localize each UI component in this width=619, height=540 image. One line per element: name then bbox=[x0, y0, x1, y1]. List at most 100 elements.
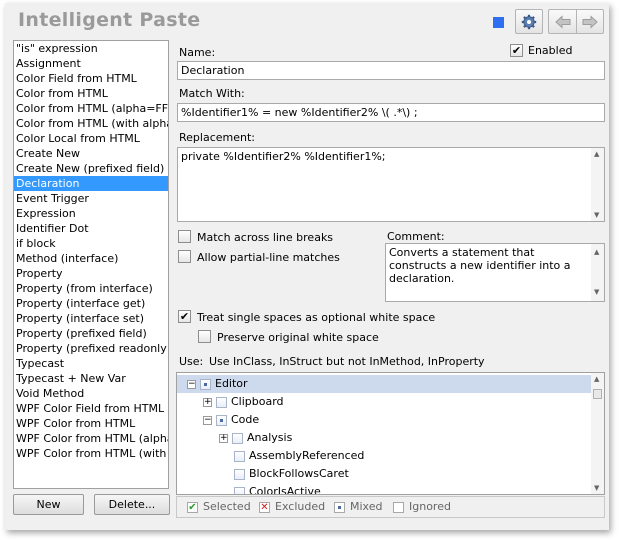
tree-node-checkbox[interactable] bbox=[232, 432, 243, 444]
selected-check-icon: ✔ bbox=[187, 501, 198, 513]
legend-excluded-label: Excluded bbox=[275, 500, 326, 513]
scroll-down-icon[interactable]: ▼ bbox=[594, 286, 599, 299]
use-value: Use InClass, InStruct but not InMethod, … bbox=[209, 355, 485, 368]
list-item[interactable]: Identifier Dot bbox=[14, 221, 168, 236]
tree-node-checkbox[interactable] bbox=[216, 414, 227, 426]
replacement-text: private %Identifier2% %Identifier1%; bbox=[181, 150, 386, 163]
tree-node-checkbox[interactable] bbox=[216, 396, 227, 408]
tree-node-checkbox[interactable] bbox=[234, 486, 245, 494]
partial-line-label: Allow partial-line matches bbox=[197, 251, 340, 264]
list-item[interactable]: Property (interface set) bbox=[14, 311, 168, 326]
comment-textarea[interactable]: Converts a statement that constructs a n… bbox=[385, 243, 605, 302]
list-item[interactable]: Color Field from HTML bbox=[14, 71, 168, 86]
legend-ignored: Ignored bbox=[393, 500, 451, 513]
list-item[interactable]: Property bbox=[14, 266, 168, 281]
arrow-left-icon bbox=[554, 14, 570, 29]
treat-spaces-checkbox[interactable]: ✔ bbox=[178, 310, 191, 323]
list-item[interactable]: "is" expression bbox=[14, 41, 168, 56]
list-item[interactable]: Property (interface get) bbox=[14, 296, 168, 311]
list-item[interactable]: Declaration bbox=[14, 176, 168, 191]
list-item[interactable]: Event Trigger bbox=[14, 191, 168, 206]
scroll-down-icon[interactable]: ▼ bbox=[594, 484, 599, 492]
back-button[interactable] bbox=[548, 9, 576, 34]
tree-node-checkbox[interactable] bbox=[200, 378, 211, 390]
list-item[interactable]: WPF Color from HTML (alpha=FF) bbox=[14, 431, 168, 446]
replacement-label: Replacement: bbox=[179, 131, 255, 144]
list-item[interactable]: Create New bbox=[14, 146, 168, 161]
replacement-textarea[interactable]: private %Identifier2% %Identifier1%; ▲ ▼ bbox=[177, 147, 605, 222]
tree-node-label: Clipboard bbox=[231, 395, 284, 408]
partial-line-checkbox[interactable] bbox=[178, 250, 191, 263]
collapse-icon[interactable]: − bbox=[203, 415, 212, 425]
tree-node-checkbox[interactable] bbox=[234, 450, 245, 462]
list-item[interactable]: Void Method bbox=[14, 386, 168, 401]
tree-node[interactable]: + Analysis bbox=[219, 429, 292, 447]
list-item[interactable]: WPF Color from HTML bbox=[14, 416, 168, 431]
tree-node-label: Code bbox=[231, 413, 260, 426]
forward-button[interactable] bbox=[576, 9, 604, 34]
list-item[interactable]: Property (from interface) bbox=[14, 281, 168, 296]
enabled-checkbox[interactable]: ✔ bbox=[510, 44, 523, 57]
match-across-checkbox[interactable] bbox=[178, 230, 191, 243]
list-item[interactable]: Property (prefixed field) bbox=[14, 326, 168, 341]
tree-node-label: BlockFollowsCaret bbox=[249, 467, 349, 480]
list-item[interactable]: Method (interface) bbox=[14, 251, 168, 266]
list-item[interactable]: Color from HTML bbox=[14, 86, 168, 101]
checkmark-icon: ✔ bbox=[179, 310, 190, 323]
legend-selected: ✔ Selected bbox=[187, 500, 251, 513]
scroll-up-icon[interactable]: ▲ bbox=[594, 150, 599, 158]
expand-icon[interactable]: + bbox=[219, 433, 228, 443]
new-button[interactable]: New bbox=[13, 494, 84, 515]
list-item[interactable]: Typecast + New Var bbox=[14, 371, 168, 386]
tree-node[interactable]: − Editor bbox=[187, 375, 248, 393]
use-label: Use: bbox=[179, 355, 204, 368]
intelligent-paste-window: Intelligent Paste "is" expression Assignm… bbox=[5, 3, 609, 530]
list-item[interactable]: WPF Color Field from HTML bbox=[14, 401, 168, 416]
preserve-ws-checkbox[interactable] bbox=[198, 330, 211, 343]
context-tree[interactable]: − Editor + Clipboard − Code + Analysis AssemblyR… bbox=[176, 372, 605, 495]
tree-node[interactable]: + Clipboard bbox=[203, 393, 284, 411]
name-input[interactable]: Declaration bbox=[177, 61, 605, 80]
tree-node-checkbox[interactable] bbox=[234, 468, 245, 480]
collapse-icon[interactable]: − bbox=[187, 379, 196, 389]
list-item[interactable]: if block bbox=[14, 236, 168, 251]
treat-spaces-label: Treat single spaces as optional white sp… bbox=[197, 311, 436, 324]
arrow-right-icon bbox=[582, 14, 598, 29]
comment-scrollbar[interactable]: ▲ ▼ bbox=[591, 244, 604, 301]
comment-text: Converts a statement that constructs a n… bbox=[389, 246, 571, 285]
tree-node[interactable]: − Code bbox=[203, 411, 259, 429]
tree-legend: ✔ Selected ✕ Excluded Mixed Ignored bbox=[176, 496, 605, 518]
list-item[interactable]: Color from HTML (with alpha) bbox=[14, 116, 168, 131]
scroll-up-icon[interactable]: ▲ bbox=[594, 375, 599, 383]
list-item[interactable]: Assignment bbox=[14, 56, 168, 71]
tree-node[interactable]: ColorIsActive bbox=[219, 483, 321, 494]
list-item[interactable]: Expression bbox=[14, 206, 168, 221]
ignored-box-icon bbox=[393, 501, 404, 513]
list-item[interactable]: Color from HTML (alpha=FF) bbox=[14, 101, 168, 116]
options-button[interactable] bbox=[515, 9, 543, 34]
match-with-label: Match With: bbox=[179, 87, 245, 100]
delete-button[interactable]: Delete... bbox=[94, 494, 170, 515]
replacement-scrollbar[interactable]: ▲ ▼ bbox=[591, 148, 604, 221]
list-item[interactable]: WPF Color from HTML (with alpha) bbox=[14, 446, 168, 461]
list-item[interactable]: Color Local from HTML bbox=[14, 131, 168, 146]
tree-node[interactable]: BlockFollowsCaret bbox=[219, 465, 349, 483]
list-item[interactable]: Typecast bbox=[14, 356, 168, 371]
paste-rules-list[interactable]: "is" expression Assignment Color Field fro… bbox=[13, 40, 169, 489]
tree-scrollbar[interactable]: ▲ ▼ bbox=[591, 373, 604, 494]
name-label: Name: bbox=[179, 46, 216, 59]
preserve-ws-label: Preserve original white space bbox=[217, 331, 379, 344]
scroll-thumb[interactable] bbox=[593, 389, 602, 399]
match-with-input[interactable]: %Identifier1% = new %Identifier2% \( .*\… bbox=[177, 103, 605, 122]
tree-node-label: AssemblyReferenced bbox=[249, 449, 365, 462]
scroll-up-icon[interactable]: ▲ bbox=[594, 246, 599, 259]
list-item[interactable]: Property (prefixed readonly field) bbox=[14, 341, 168, 356]
legend-excluded: ✕ Excluded bbox=[259, 500, 325, 513]
comment-label: Comment: bbox=[387, 230, 445, 243]
expand-icon[interactable]: + bbox=[203, 397, 212, 407]
legend-mixed-label: Mixed bbox=[350, 500, 383, 513]
scroll-down-icon[interactable]: ▼ bbox=[594, 211, 599, 219]
enabled-label: Enabled bbox=[528, 44, 573, 57]
list-item[interactable]: Create New (prefixed field) bbox=[14, 161, 168, 176]
tree-node[interactable]: AssemblyReferenced bbox=[219, 447, 364, 465]
